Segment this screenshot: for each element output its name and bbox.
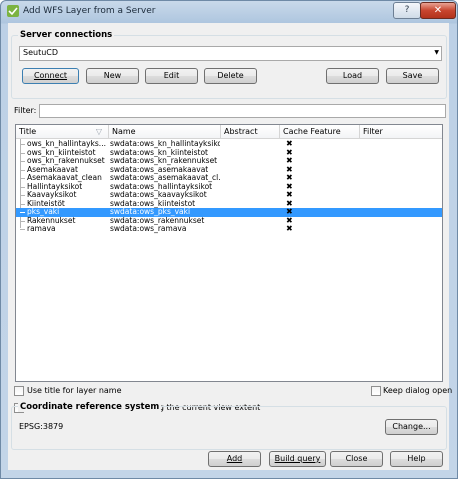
cell-title: ramava	[27, 225, 56, 233]
table-row[interactable]: ows_kn_kiinteistot swdata:ows_kn_kiinteis…	[16, 149, 442, 158]
chevron-down-icon: ▼	[434, 49, 439, 56]
column-header-cache-feature[interactable]: Cache Feature	[280, 125, 360, 138]
dialog-window: Add WFS Layer from a Server ? ✕ Server c…	[0, 0, 458, 479]
change-crs-button[interactable]: Change...	[385, 419, 438, 435]
cell-name: swdata:ows_kn_kiinteistot	[110, 148, 208, 157]
table-row[interactable]: Kiinteistöt swdata:ows_kiinteistot ✖	[16, 200, 442, 209]
crs-group: Coordinate reference system EPSG:3879 Ch…	[11, 402, 447, 450]
cell-cache-feature[interactable]: ✖	[286, 208, 364, 217]
load-button[interactable]: Load	[326, 68, 379, 84]
filter-label: Filter:	[14, 106, 37, 115]
cell-name: swdata:ows_asemakaavat	[110, 165, 209, 174]
table-row[interactable]: Rakennukset swdata:ows_rakennukset ✖	[16, 217, 442, 226]
window-title: Add WFS Layer from a Server	[23, 6, 156, 16]
cell-cache-feature[interactable]: ✖	[286, 200, 364, 209]
use-title-label: Use title for layer name	[27, 386, 122, 395]
cell-name: swdata:ows_kaavayksikot	[110, 191, 207, 199]
table-row[interactable]: Kaavayksikot swdata:ows_kaavayksikot ✖	[16, 191, 442, 200]
tree-branch	[20, 144, 25, 145]
layer-table[interactable]: Title ▽ Name Abstract Cache Feature Filt…	[15, 124, 443, 382]
sort-indicator-icon: ▽	[95, 127, 102, 136]
cell-title: ows_kn_hallintayks...	[27, 140, 106, 148]
cell-name: swdata:ows_asemakaavat_cl...	[110, 174, 220, 182]
cell-cache-feature[interactable]: ✖	[286, 191, 364, 200]
cell-title: Rakennukset	[27, 216, 76, 225]
tree-branch	[20, 220, 25, 222]
table-row[interactable]: Asemakaavat_clean swdata:ows_asemakaavat_…	[16, 174, 442, 183]
column-header-filter[interactable]: Filter	[360, 125, 442, 138]
tree-branch	[20, 161, 25, 162]
tree-branch	[20, 212, 25, 213]
edit-button[interactable]: Edit	[145, 68, 198, 84]
connect-button[interactable]: Connect	[22, 68, 79, 84]
title-help-button[interactable]: ?	[393, 2, 421, 19]
column-header-name[interactable]: Name	[109, 125, 221, 138]
keep-open-label: Keep dialog open	[383, 386, 453, 395]
server-connection-combo[interactable]: SeutuCD ▼	[19, 46, 442, 61]
cell-name: swdata:ows_rakennukset	[110, 216, 205, 225]
cell-title: Kiinteistöt	[27, 199, 65, 208]
crs-value: EPSG:3879	[19, 422, 64, 431]
add-button[interactable]: Add	[208, 451, 261, 467]
new-button[interactable]: New	[86, 68, 139, 84]
tree-branch	[20, 229, 25, 230]
cell-title: pks_vaki	[27, 208, 60, 216]
cell-name: swdata:ows_kn_hallintayksikot	[110, 140, 220, 148]
cell-name: swdata:ows_kn_rakennukset	[110, 157, 218, 165]
cell-cache-feature[interactable]: ✖	[286, 149, 364, 158]
table-row[interactable]: Asemakaavat swdata:ows_asemakaavat ✖	[16, 166, 442, 175]
table-row[interactable]: ows_kn_hallintayks... swdata:ows_kn_halli…	[16, 140, 442, 149]
cell-name: swdata:ows_pks_vaki	[110, 208, 191, 216]
crs-title: Coordinate reference system	[18, 402, 162, 412]
cell-cache-feature[interactable]: ✖	[286, 183, 364, 192]
keep-open-checkbox[interactable]	[371, 386, 381, 396]
table-row[interactable]: Hallintayksikot swdata:ows_hallintayksiko…	[16, 183, 442, 192]
tree-branch	[20, 195, 25, 196]
server-connections-group: Server connections SeutuCD ▼ Connect New…	[11, 30, 447, 99]
dialog-body: Server connections SeutuCD ▼ Connect New…	[8, 23, 453, 470]
tree-branch	[20, 186, 25, 188]
table-row[interactable]: ramava swdata:ows_ramava ✖	[16, 225, 442, 234]
column-header-title[interactable]: Title ▽	[16, 125, 109, 138]
cell-name: swdata:ows_ramava	[110, 225, 187, 233]
cell-cache-feature[interactable]: ✖	[286, 217, 364, 226]
cell-title: Kaavayksikot	[27, 191, 77, 199]
cell-title: ows_kn_kiinteistot	[27, 148, 96, 157]
tree-branch	[20, 178, 25, 179]
table-header: Title ▽ Name Abstract Cache Feature Filt…	[16, 125, 442, 139]
cell-title: ows_kn_rakennukset	[27, 157, 105, 165]
tree-branch	[20, 152, 25, 154]
close-button[interactable]: Close	[330, 451, 383, 467]
cell-name: swdata:ows_kiinteistot	[110, 199, 196, 208]
server-connection-value: SeutuCD	[23, 48, 59, 57]
cell-title: Hallintayksikot	[27, 182, 83, 191]
filter-input[interactable]	[39, 104, 446, 118]
cell-cache-feature[interactable]: ✖	[286, 166, 364, 175]
delete-button[interactable]: Delete	[204, 68, 257, 84]
tree-branch	[20, 169, 25, 171]
cell-title: Asemakaavat_clean	[27, 174, 102, 182]
cell-name: swdata:ows_hallintayksikot	[110, 182, 213, 191]
table-row[interactable]: pks_vaki swdata:ows_pks_vaki ✖	[16, 208, 442, 217]
build-query-button[interactable]: Build query	[269, 451, 326, 467]
qgis-wfs-icon	[7, 5, 19, 17]
window-bottom-border	[1, 470, 457, 478]
cell-cache-feature[interactable]: ✖	[286, 157, 364, 166]
cell-cache-feature[interactable]: ✖	[286, 225, 364, 234]
table-row[interactable]: ows_kn_rakennukset swdata:ows_kn_rakennuk…	[16, 157, 442, 166]
title-bar[interactable]: Add WFS Layer from a Server ? ✕	[1, 1, 457, 23]
cell-cache-feature[interactable]: ✖	[286, 174, 364, 183]
use-title-checkbox[interactable]	[14, 386, 24, 396]
save-button[interactable]: Save	[386, 68, 439, 84]
help-button[interactable]: Help	[390, 451, 443, 467]
tree-branch	[20, 203, 25, 205]
title-close-button[interactable]: ✕	[420, 2, 456, 19]
cell-cache-feature[interactable]: ✖	[286, 140, 364, 149]
server-connections-title: Server connections	[18, 30, 115, 40]
cell-title: Asemakaavat	[27, 165, 78, 174]
column-header-abstract[interactable]: Abstract	[221, 125, 280, 138]
